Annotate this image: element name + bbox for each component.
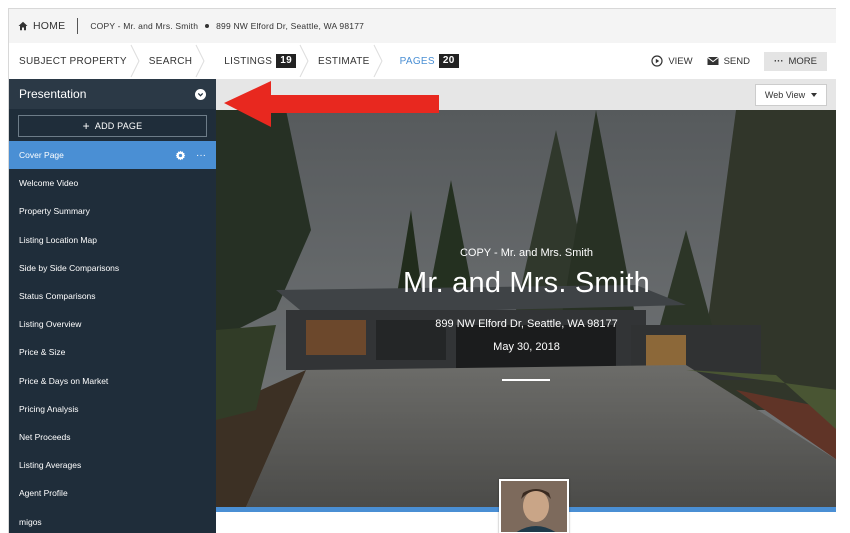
view-mode-label: Web View xyxy=(764,90,806,100)
page-label: migos xyxy=(19,516,42,527)
page-label: Property Summary xyxy=(19,206,90,217)
main-nav: SUBJECT PROPERTY SEARCH LISTINGS 19 ESTI… xyxy=(9,43,836,79)
page-list-item-cover-page[interactable]: Cover Page ··· xyxy=(9,141,216,170)
add-page-button[interactable]: + ADD PAGE xyxy=(18,115,207,137)
nav-search[interactable]: SEARCH xyxy=(135,43,205,79)
listings-count-badge: 19 xyxy=(276,54,296,68)
home-icon xyxy=(18,21,28,31)
page-label: Listing Averages xyxy=(19,460,82,471)
page-list-item[interactable]: Agent Profile xyxy=(9,479,216,507)
view-button[interactable]: VIEW xyxy=(651,55,693,67)
cover-hero: COPY - Mr. and Mrs. Smith Mr. and Mrs. S… xyxy=(216,110,836,507)
nav-label: PAGES xyxy=(399,55,435,67)
more-options-icon[interactable]: ··· xyxy=(196,150,206,161)
page-label: Price & Size xyxy=(19,347,66,358)
page-label: Status Comparisons xyxy=(19,291,96,302)
page-label: Listing Overview xyxy=(19,319,82,330)
page-label: Net Proceeds xyxy=(19,431,71,442)
page-list-item[interactable]: Price & Size xyxy=(9,338,216,366)
add-page-label: ADD PAGE xyxy=(94,121,143,131)
page-list-item[interactable]: Net Proceeds xyxy=(9,423,216,451)
plus-icon: + xyxy=(82,119,90,133)
home-label: HOME xyxy=(33,20,66,32)
nav-label: ESTIMATE xyxy=(317,55,370,67)
gear-icon[interactable] xyxy=(175,150,186,161)
preview-pane: Web View COPY - Mr. and Mrs. Smith Mr. a… xyxy=(216,79,836,533)
more-label: MORE xyxy=(788,55,818,67)
sidebar-title: Presentation xyxy=(19,87,87,101)
ellipsis-icon: ··· xyxy=(774,55,784,67)
send-label: SEND xyxy=(723,55,750,67)
page-label: Side by Side Comparisons xyxy=(19,262,120,273)
page-list-item[interactable]: Pricing Analysis xyxy=(9,395,216,423)
nav-actions: VIEW SEND ··· MORE xyxy=(651,43,827,79)
page-actions: ··· xyxy=(175,150,206,161)
page-list: Cover Page ··· Welcome Video Property Su… xyxy=(9,141,216,533)
envelope-icon xyxy=(706,56,719,65)
divider xyxy=(77,18,79,34)
hero-date: May 30, 2018 xyxy=(493,341,560,353)
page-list-item[interactable]: Property Summary xyxy=(9,197,216,225)
bullet-separator xyxy=(205,24,210,28)
home-link[interactable]: HOME xyxy=(18,20,65,32)
nav-label: SUBJECT PROPERTY xyxy=(19,55,127,67)
presentation-sidebar: Presentation + ADD PAGE Cover Page ··· W… xyxy=(9,79,216,533)
more-button[interactable]: ··· MORE xyxy=(764,51,827,71)
page-list-item[interactable]: Price & Days on Market xyxy=(9,367,216,395)
agent-avatar xyxy=(499,479,569,533)
nav-pages[interactable]: PAGES 20 xyxy=(378,43,467,79)
page-list-item[interactable]: Listing Averages xyxy=(9,451,216,479)
page-label: Price & Days on Market xyxy=(19,375,109,386)
page-list-item[interactable]: Listing Location Map xyxy=(9,226,216,254)
page-label: Cover Page xyxy=(19,150,64,161)
page-list-item[interactable]: Status Comparisons xyxy=(9,282,216,310)
app-window: HOME COPY - Mr. and Mrs. Smith 899 NW El… xyxy=(8,8,836,533)
hero-address: 899 NW Elford Dr, Seattle, WA 98177 xyxy=(435,318,618,330)
pages-count-badge: 20 xyxy=(438,54,459,68)
property-address: 899 NW Elford Dr, Seattle, WA 98177 xyxy=(216,21,365,31)
page-label: Agent Profile xyxy=(19,488,68,499)
hero-subtitle: COPY - Mr. and Mrs. Smith xyxy=(459,247,594,259)
page-list-item[interactable]: migos xyxy=(9,507,216,533)
agent-photo xyxy=(501,481,567,532)
page-list-item[interactable]: Side by Side Comparisons xyxy=(9,254,216,282)
nav-listings[interactable]: LISTINGS 19 xyxy=(200,43,309,79)
page-label: Pricing Analysis xyxy=(19,403,79,414)
sidebar-header: Presentation xyxy=(9,79,216,109)
presentation-title[interactable]: COPY - Mr. and Mrs. Smith xyxy=(90,21,198,31)
chevron-down-icon xyxy=(197,92,204,97)
nav-label: LISTINGS xyxy=(224,55,273,67)
play-circle-icon xyxy=(651,55,663,67)
send-button[interactable]: SEND xyxy=(706,55,750,67)
nav-label: SEARCH xyxy=(148,55,193,67)
page-label: Listing Location Map xyxy=(19,234,97,245)
hero-divider xyxy=(502,379,550,381)
nav-subject-property[interactable]: SUBJECT PROPERTY xyxy=(9,43,140,79)
nav-estimate[interactable]: ESTIMATE xyxy=(304,43,383,79)
breadcrumb-bar: HOME COPY - Mr. and Mrs. Smith 899 NW El… xyxy=(9,9,836,43)
hero-title: Mr. and Mrs. Smith xyxy=(403,267,650,299)
caret-down-icon xyxy=(811,93,818,97)
page-label: Welcome Video xyxy=(19,178,79,189)
hero-overlay xyxy=(216,110,836,507)
view-label: VIEW xyxy=(668,55,693,67)
view-mode-select[interactable]: Web View xyxy=(755,84,827,106)
page-list-item[interactable]: Welcome Video xyxy=(9,169,216,197)
annotation-arrow xyxy=(224,81,439,127)
page-list-item[interactable]: Listing Overview xyxy=(9,310,216,338)
collapse-toggle[interactable] xyxy=(195,88,206,100)
